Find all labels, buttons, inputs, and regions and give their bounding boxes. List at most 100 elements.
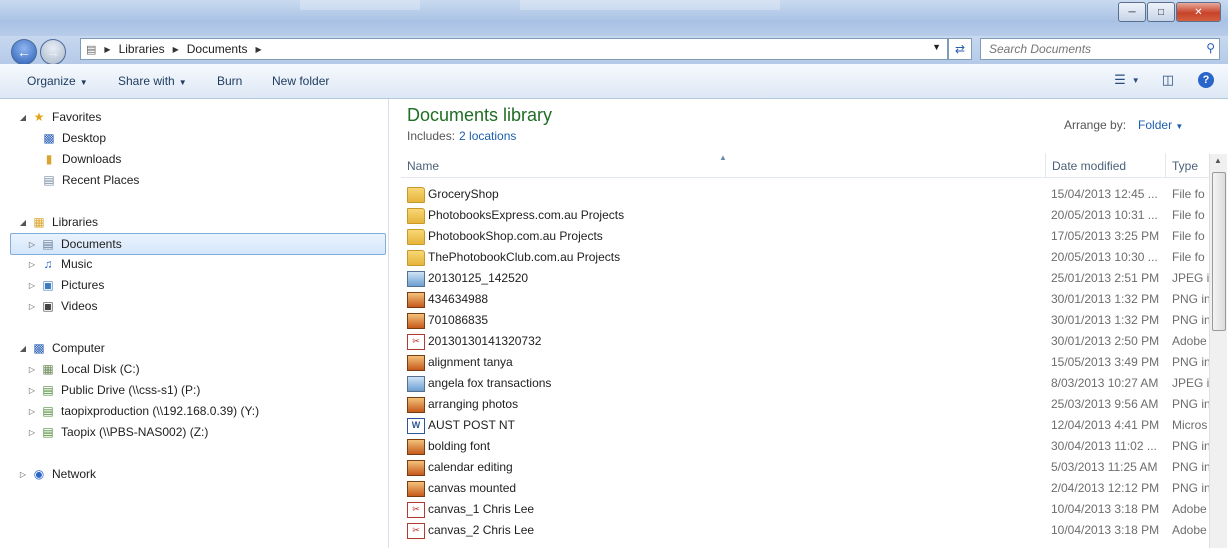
- file-row[interactable]: bolding font 30/04/2013 11:02 ... PNG in: [401, 436, 1209, 457]
- network-icon: ◉: [33, 467, 45, 481]
- search-input[interactable]: [987, 39, 1191, 59]
- back-button[interactable]: ←: [11, 39, 37, 65]
- search-icon[interactable]: ⚲: [1206, 41, 1215, 55]
- expand-arrow-icon[interactable]: ▷: [27, 260, 37, 269]
- minimize-button[interactable]: ─: [1118, 2, 1146, 22]
- file-type: PNG in: [1172, 439, 1209, 453]
- nav-item-music[interactable]: ▷ ♫ Music: [27, 254, 92, 274]
- file-date-modified: 5/03/2013 11:25 AM: [1051, 460, 1158, 474]
- nav-item-recent-places[interactable]: ▤ Recent Places: [38, 170, 139, 190]
- nav-item-public-drive[interactable]: ▷ ▤ Public Drive (\\css-s1) (P:): [27, 380, 200, 400]
- breadcrumb-chevron-icon[interactable]: ▶: [255, 45, 261, 54]
- expand-arrow-icon[interactable]: ▷: [27, 240, 37, 249]
- nav-network[interactable]: ▷ ◉ Network: [18, 464, 96, 484]
- column-divider[interactable]: [1045, 153, 1046, 177]
- nav-item-label: Public Drive (\\css-s1) (P:): [61, 383, 201, 397]
- scrollbar-thumb[interactable]: [1212, 172, 1226, 331]
- search-box[interactable]: ⚲: [980, 38, 1220, 60]
- expand-arrow-icon[interactable]: ▷: [27, 407, 37, 416]
- word-document-icon: W: [407, 418, 425, 434]
- column-divider[interactable]: [1165, 153, 1166, 177]
- nav-item-documents[interactable]: ▷ ▤ Documents: [10, 233, 386, 255]
- refresh-button[interactable]: ⇄: [948, 38, 972, 60]
- breadcrumb-chevron-icon[interactable]: ▶: [104, 45, 110, 54]
- nav-item-local-disk[interactable]: ▷ ▦ Local Disk (C:): [27, 359, 140, 379]
- file-row[interactable]: 434634988 30/01/2013 1:32 PM PNG in: [401, 289, 1209, 310]
- file-row[interactable]: 20130125_142520 25/01/2013 2:51 PM JPEG in: [401, 268, 1209, 289]
- network-drive-icon: ▤: [42, 404, 54, 418]
- expand-arrow-icon[interactable]: ▷: [27, 281, 37, 290]
- file-row[interactable]: calendar editing 5/03/2013 11:25 AM PNG in: [401, 457, 1209, 478]
- file-row[interactable]: ✂ canvas_1 Chris Lee 10/04/2013 3:18 PM Ado…: [401, 499, 1209, 520]
- breadcrumb-chevron-icon[interactable]: ▶: [173, 45, 179, 54]
- nav-item-downloads[interactable]: ▮ Downloads: [38, 149, 122, 169]
- file-row[interactable]: arranging photos 25/03/2013 9:56 AM PNG in: [401, 394, 1209, 415]
- nav-favorites[interactable]: ◢ ★ Favorites: [18, 107, 101, 127]
- help-icon[interactable]: ?: [1198, 72, 1214, 88]
- column-header-type[interactable]: Type: [1172, 159, 1198, 173]
- file-row[interactable]: PhotobooksExpress.com.au Projects 20/05/2…: [401, 205, 1209, 226]
- file-row[interactable]: ✂ 20130130141320732 30/01/2013 2:50 PM Adob…: [401, 331, 1209, 352]
- new-folder-button[interactable]: New folder: [272, 74, 329, 88]
- nav-item-videos[interactable]: ▷ ▣ Videos: [27, 296, 98, 316]
- pdf-icon: ✂: [407, 502, 425, 518]
- refresh-icon: ⇄: [954, 42, 966, 56]
- collapse-arrow-icon[interactable]: ◢: [18, 344, 28, 353]
- change-view-icon[interactable]: ☰: [1114, 72, 1126, 88]
- file-date-modified: 10/04/2013 3:18 PM: [1051, 502, 1160, 516]
- scroll-up-icon[interactable]: ▲: [1214, 156, 1222, 165]
- nav-item-desktop[interactable]: ▩ Desktop: [38, 128, 106, 148]
- library-title: Documents library: [407, 105, 553, 125]
- expand-arrow-icon[interactable]: ▷: [27, 365, 37, 374]
- locations-link[interactable]: 2 locations: [459, 129, 516, 143]
- file-row[interactable]: GroceryShop 15/04/2013 12:45 ... File fo: [401, 184, 1209, 205]
- downloads-folder-icon: ▮: [45, 152, 53, 166]
- address-bar-area: ← → ▤ ▶ Libraries ▶ Documents ▶ ▼ ⇄ ⚲: [0, 36, 1228, 65]
- burn-button[interactable]: Burn: [217, 74, 242, 88]
- file-type: PNG in: [1172, 292, 1209, 306]
- breadcrumb-libraries[interactable]: Libraries: [119, 42, 165, 56]
- nav-item-label: Local Disk (C:): [61, 362, 140, 376]
- close-button[interactable]: ✕: [1176, 2, 1221, 22]
- address-dropdown-icon[interactable]: ▼: [932, 42, 941, 52]
- view-options-dropdown-icon[interactable]: ▼: [1132, 76, 1140, 85]
- maximize-button[interactable]: □: [1147, 2, 1175, 22]
- expand-arrow-icon[interactable]: ▷: [27, 386, 37, 395]
- file-row[interactable]: W AUST POST NT 12/04/2013 4:41 PM Micros: [401, 415, 1209, 436]
- collapse-arrow-icon[interactable]: ◢: [18, 113, 28, 122]
- nav-item-pictures[interactable]: ▷ ▣ Pictures: [27, 275, 104, 295]
- expand-arrow-icon[interactable]: ▷: [18, 470, 28, 479]
- breadcrumb-documents[interactable]: Documents: [187, 42, 248, 56]
- nav-item-taopix[interactable]: ▷ ▤ Taopix (\\PBS-NAS002) (Z:): [27, 422, 208, 442]
- vertical-scrollbar[interactable]: ▲: [1209, 154, 1227, 548]
- file-row[interactable]: ✂ canvas_2 Chris Lee 10/04/2013 3:18 PM Ado…: [401, 520, 1209, 541]
- file-row[interactable]: canvas mounted 2/04/2013 12:12 PM PNG in: [401, 478, 1209, 499]
- file-row[interactable]: 701086835 30/01/2013 1:32 PM PNG in: [401, 310, 1209, 331]
- file-row[interactable]: PhotobookShop.com.au Projects 17/05/2013 …: [401, 226, 1209, 247]
- expand-arrow-icon[interactable]: ▷: [27, 428, 37, 437]
- file-row[interactable]: angela fox transactions 8/03/2013 10:27 A…: [401, 373, 1209, 394]
- nav-libraries[interactable]: ◢ ▦ Libraries: [18, 212, 98, 232]
- column-header-date[interactable]: Date modified: [1052, 159, 1126, 173]
- forward-button[interactable]: →: [40, 39, 66, 65]
- share-with-button[interactable]: Share with ▼: [118, 74, 187, 88]
- nav-computer[interactable]: ◢ ▩ Computer: [18, 338, 105, 358]
- file-type: PNG in: [1172, 481, 1209, 495]
- organize-button[interactable]: Organize ▼: [27, 74, 88, 88]
- file-type: Micros: [1172, 418, 1208, 432]
- file-row[interactable]: alignment tanya 15/05/2013 3:49 PM PNG in: [401, 352, 1209, 373]
- column-header-name[interactable]: Name: [407, 159, 439, 173]
- expand-arrow-icon[interactable]: ▷: [27, 302, 37, 311]
- nav-item-taopixproduction[interactable]: ▷ ▤ taopixproduction (\\192.168.0.39) (Y…: [27, 401, 259, 421]
- preview-pane-icon[interactable]: ◫: [1162, 72, 1174, 88]
- file-row[interactable]: ThePhotobookClub.com.au Projects 20/05/20…: [401, 247, 1209, 268]
- file-type: JPEG in: [1172, 271, 1209, 285]
- png-image-icon: [407, 313, 425, 329]
- file-name: PhotobookShop.com.au Projects: [428, 229, 603, 243]
- nav-network-label: Network: [52, 467, 97, 481]
- arrange-by-dropdown[interactable]: Folder ▼: [1138, 118, 1183, 132]
- file-type: PNG in: [1172, 313, 1209, 327]
- back-arrow-icon: ←: [17, 44, 31, 60]
- collapse-arrow-icon[interactable]: ◢: [18, 218, 28, 227]
- address-bar[interactable]: ▤ ▶ Libraries ▶ Documents ▶ ▼: [80, 38, 948, 60]
